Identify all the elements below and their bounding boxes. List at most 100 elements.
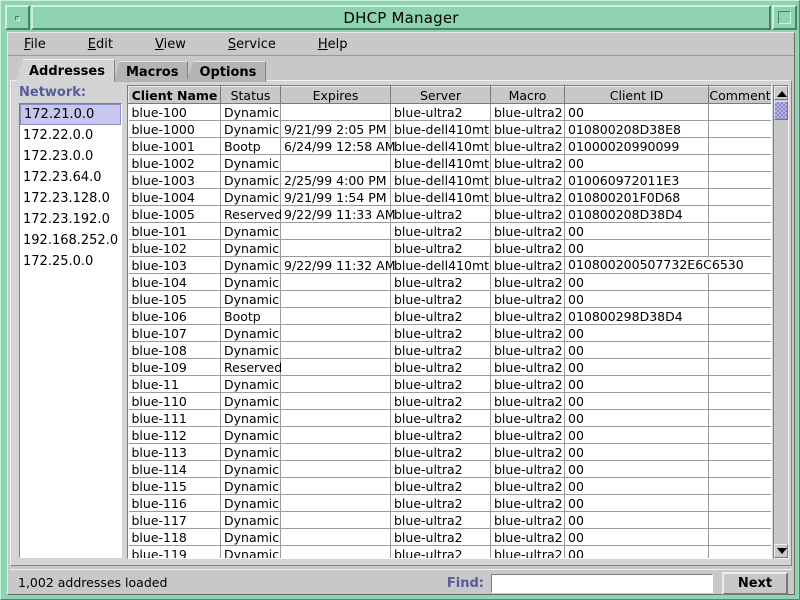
- table-row[interactable]: blue-103Dynamic9/22/99 11:32 AMblue-dell…: [129, 257, 772, 274]
- cell-expires: [281, 274, 391, 291]
- table-row[interactable]: blue-117Dynamicblue-ultra2blue-ultra200: [129, 512, 772, 529]
- cell-server: blue-ultra2: [391, 206, 491, 223]
- network-list-item[interactable]: 172.22.0.0: [20, 125, 121, 146]
- network-list-item[interactable]: 172.21.0.0: [20, 104, 121, 125]
- table-row[interactable]: blue-101Dynamicblue-ultra2blue-ultra200: [129, 223, 772, 240]
- cell-server: blue-dell410mt: [391, 172, 491, 189]
- network-list-item[interactable]: 172.23.128.0: [20, 188, 121, 209]
- cell-macro: blue-ultra2: [491, 121, 565, 138]
- menu-service-mnemonic: S: [228, 37, 236, 52]
- scroll-down-arrow-icon[interactable]: [774, 544, 788, 558]
- minimize-button[interactable]: [5, 5, 30, 30]
- table-row[interactable]: blue-106Bootpblue-ultra2blue-ultra201080…: [129, 308, 772, 325]
- column-header-expires[interactable]: Expires: [281, 87, 391, 104]
- cell-server: blue-ultra2: [391, 223, 491, 240]
- table-row[interactable]: blue-108Dynamicblue-ultra2blue-ultra200: [129, 342, 772, 359]
- cell-client-id: 010800201F0D68: [565, 189, 709, 206]
- table-row[interactable]: blue-100Dynamicblue-ultra2blue-ultra200: [129, 104, 772, 121]
- cell-expires: 9/21/99 2:05 PM: [281, 121, 391, 138]
- menu-service[interactable]: Service: [228, 37, 276, 52]
- table-row[interactable]: blue-118Dynamicblue-ultra2blue-ultra200: [129, 529, 772, 546]
- cell-server: blue-ultra2: [391, 461, 491, 478]
- next-button[interactable]: Next: [722, 572, 788, 595]
- cell-client-name: blue-1003: [129, 172, 221, 189]
- cell-expires: [281, 291, 391, 308]
- cell-status: Dynamic: [221, 478, 281, 495]
- table-row[interactable]: blue-119Dynamicblue-ultra2blue-ultra200: [129, 546, 772, 560]
- table-row[interactable]: blue-1001Bootp6/24/99 12:58 AMblue-dell4…: [129, 138, 772, 155]
- cell-status: Dynamic: [221, 257, 281, 274]
- cell-macro: blue-ultra2: [491, 325, 565, 342]
- cell-status: Dynamic: [221, 512, 281, 529]
- table-row[interactable]: blue-114Dynamicblue-ultra2blue-ultra200: [129, 461, 772, 478]
- menu-help[interactable]: Help: [318, 37, 348, 52]
- cell-macro: blue-ultra2: [491, 512, 565, 529]
- cell-expires: [281, 240, 391, 257]
- cell-status: Reserved: [221, 206, 281, 223]
- menu-view[interactable]: View: [155, 37, 186, 52]
- cell-client-id: 00: [565, 376, 709, 393]
- menu-edit[interactable]: Edit: [88, 37, 113, 52]
- table-row[interactable]: blue-1002Dynamicblue-dell410mtblue-ultra…: [129, 155, 772, 172]
- cell-comment: [709, 223, 772, 240]
- table-row[interactable]: blue-116Dynamicblue-ultra2blue-ultra200: [129, 495, 772, 512]
- cell-client-name: blue-1005: [129, 206, 221, 223]
- cell-comment: [709, 444, 772, 461]
- cell-client-id: 010060972011E3: [565, 172, 709, 189]
- client-area: File Edit View Service Help Addresses Ma…: [7, 32, 795, 595]
- network-list-item[interactable]: 172.23.0.0: [20, 146, 121, 167]
- tab-options[interactable]: Options: [186, 61, 266, 82]
- table-row[interactable]: blue-115Dynamicblue-ultra2blue-ultra200: [129, 478, 772, 495]
- network-list-item[interactable]: 172.23.192.0: [20, 209, 121, 230]
- column-header-client-id[interactable]: Client ID: [565, 87, 709, 104]
- cell-client-name: blue-112: [129, 427, 221, 444]
- cell-macro: blue-ultra2: [491, 206, 565, 223]
- vertical-scrollbar[interactable]: [773, 85, 789, 559]
- menu-service-label: ervice: [236, 37, 276, 52]
- table-row[interactable]: blue-109Reservedblue-ultra2blue-ultra200: [129, 359, 772, 376]
- cell-macro: blue-ultra2: [491, 495, 565, 512]
- tab-macros[interactable]: Macros: [113, 61, 189, 82]
- scroll-up-arrow-icon[interactable]: [774, 86, 788, 100]
- cell-macro: blue-ultra2: [491, 393, 565, 410]
- cell-comment: [709, 427, 772, 444]
- table-row[interactable]: blue-107Dynamicblue-ultra2blue-ultra200: [129, 325, 772, 342]
- table-row[interactable]: blue-105Dynamicblue-ultra2blue-ultra200: [129, 291, 772, 308]
- network-list-item[interactable]: 172.25.0.0: [20, 251, 121, 272]
- column-header-macro[interactable]: Macro: [491, 87, 565, 104]
- column-header-status[interactable]: Status: [221, 87, 281, 104]
- network-list[interactable]: 172.21.0.0172.22.0.0172.23.0.0172.23.64.…: [19, 103, 122, 558]
- table-row[interactable]: blue-111Dynamicblue-ultra2blue-ultra200: [129, 410, 772, 427]
- cell-macro: blue-ultra2: [491, 189, 565, 206]
- column-header-server[interactable]: Server: [391, 87, 491, 104]
- column-header-comment[interactable]: Comment: [709, 87, 772, 104]
- application-window: DHCP Manager File Edit View Service Help…: [0, 0, 800, 600]
- table-row[interactable]: blue-110Dynamicblue-ultra2blue-ultra200: [129, 393, 772, 410]
- maximize-button[interactable]: [772, 5, 797, 30]
- cell-status: Dynamic: [221, 427, 281, 444]
- table-row[interactable]: blue-113Dynamicblue-ultra2blue-ultra200: [129, 444, 772, 461]
- network-list-item[interactable]: 192.168.252.0: [20, 230, 121, 251]
- menu-edit-label: dit: [96, 37, 113, 52]
- cell-expires: [281, 512, 391, 529]
- table-row[interactable]: blue-1000Dynamic9/21/99 2:05 PMblue-dell…: [129, 121, 772, 138]
- status-bar: 1,002 addresses loaded Find: Next: [10, 569, 792, 594]
- cell-status: Bootp: [221, 138, 281, 155]
- address-table-viewport[interactable]: Client NameStatusExpiresServerMacroClien…: [127, 85, 772, 559]
- find-input[interactable]: [491, 574, 713, 593]
- table-row[interactable]: blue-112Dynamicblue-ultra2blue-ultra200: [129, 427, 772, 444]
- network-list-item[interactable]: 172.23.64.0: [20, 167, 121, 188]
- table-row[interactable]: blue-1005Reserved9/22/99 11:33 AMblue-ul…: [129, 206, 772, 223]
- tab-bar: Addresses Macros Options: [16, 59, 264, 82]
- scrollbar-thumb[interactable]: [774, 101, 788, 120]
- tab-addresses[interactable]: Addresses: [16, 59, 115, 82]
- table-row[interactable]: blue-1004Dynamic9/21/99 1:54 PMblue-dell…: [129, 189, 772, 206]
- table-row[interactable]: blue-1003Dynamic2/25/99 4:00 PMblue-dell…: [129, 172, 772, 189]
- table-row[interactable]: blue-102Dynamicblue-ultra2blue-ultra200: [129, 240, 772, 257]
- menu-file[interactable]: File: [24, 37, 46, 52]
- cell-status: Dynamic: [221, 410, 281, 427]
- cell-client-name: blue-1002: [129, 155, 221, 172]
- table-row[interactable]: blue-11Dynamicblue-ultra2blue-ultra200: [129, 376, 772, 393]
- column-header-client-name[interactable]: Client Name: [129, 87, 221, 104]
- table-row[interactable]: blue-104Dynamicblue-ultra2blue-ultra200: [129, 274, 772, 291]
